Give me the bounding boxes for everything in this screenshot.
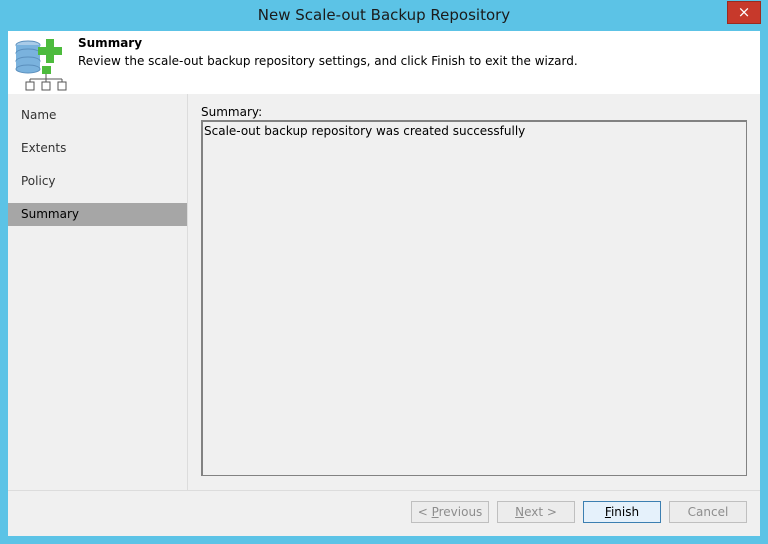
close-button[interactable]: × bbox=[727, 1, 761, 24]
wizard-steps-sidebar: Name Extents Policy Summary bbox=[8, 94, 187, 490]
wizard-client-area: Summary Review the scale-out backup repo… bbox=[8, 31, 760, 536]
sidebar-item-summary[interactable]: Summary bbox=[8, 203, 187, 226]
summary-textbox[interactable]: Scale-out backup repository was created … bbox=[201, 120, 747, 476]
previous-prefix: < bbox=[417, 505, 432, 519]
previous-button[interactable]: < Previous bbox=[411, 501, 489, 523]
sidebar-item-name[interactable]: Name bbox=[8, 104, 187, 127]
title-bar[interactable]: New Scale-out Backup Repository × bbox=[0, 0, 768, 31]
wizard-header: Summary Review the scale-out backup repo… bbox=[8, 31, 760, 94]
wizard-window: New Scale-out Backup Repository × Summar… bbox=[0, 0, 768, 544]
finish-label-rest: inish bbox=[610, 505, 640, 519]
window-title: New Scale-out Backup Repository bbox=[257, 6, 511, 24]
summary-label: Summary: bbox=[201, 105, 263, 119]
sidebar-item-policy[interactable]: Policy bbox=[8, 170, 187, 193]
summary-panel: Summary: Scale-out backup repository was… bbox=[188, 94, 760, 490]
next-label-rest: ext > bbox=[524, 505, 557, 519]
footer-divider bbox=[8, 490, 760, 491]
previous-mnemonic: P bbox=[431, 505, 439, 519]
next-mnemonic: N bbox=[515, 505, 525, 519]
cancel-button[interactable]: Cancel bbox=[669, 501, 747, 523]
scale-out-repository-add-icon bbox=[15, 39, 67, 91]
next-button[interactable]: Next > bbox=[497, 501, 575, 523]
sidebar-item-extents[interactable]: Extents bbox=[8, 137, 187, 160]
finish-button[interactable]: Finish bbox=[583, 501, 661, 523]
step-title: Summary bbox=[78, 36, 143, 50]
step-description: Review the scale-out backup repository s… bbox=[78, 54, 578, 68]
previous-label-rest: revious bbox=[438, 505, 483, 519]
summary-text: Scale-out backup repository was created … bbox=[204, 124, 526, 138]
